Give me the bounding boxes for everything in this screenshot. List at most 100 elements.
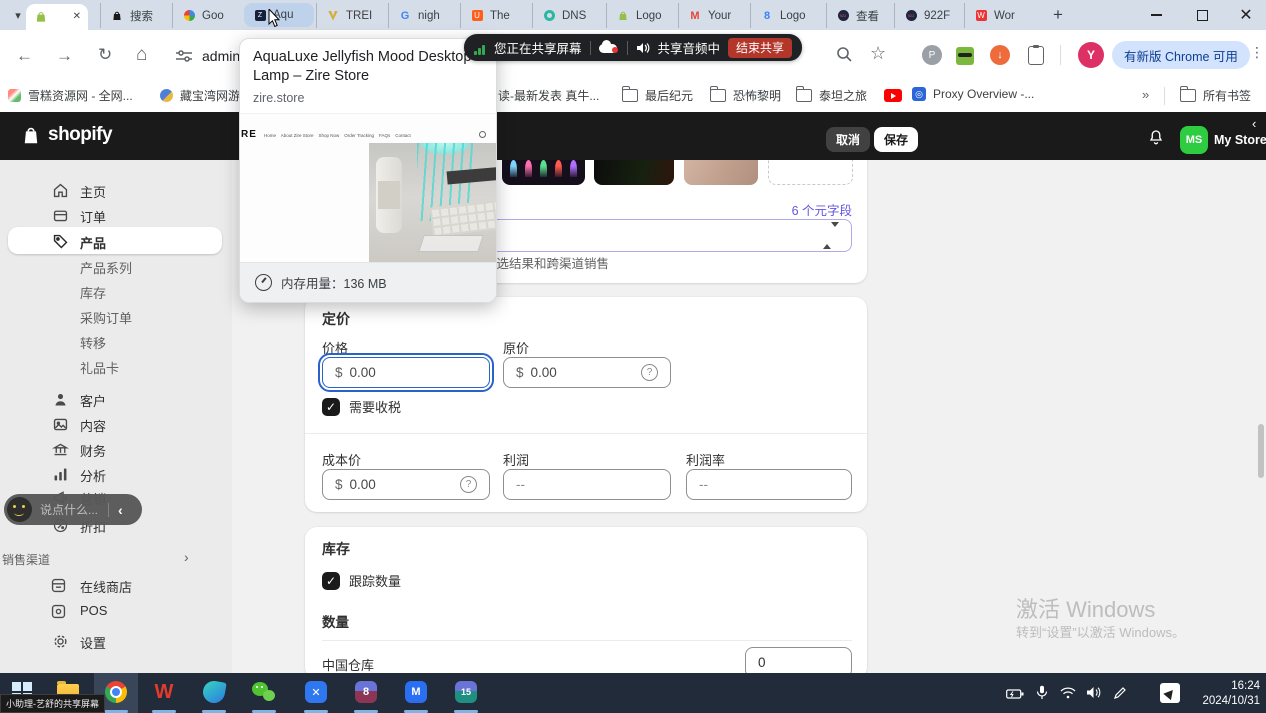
browser-menu-icon[interactable]: ⋮ — [1250, 44, 1264, 61]
sidebar-item-collections[interactable]: 产品系列 — [80, 258, 132, 277]
tab-trendsi[interactable]: TREI — [316, 3, 386, 28]
microphone-icon[interactable] — [1036, 685, 1048, 700]
tab-922[interactable]: 922 922F — [894, 3, 964, 28]
save-button[interactable]: 保存 — [874, 127, 918, 152]
track-quantity-row[interactable]: ✓ 跟踪数量 — [322, 571, 401, 590]
notifications-bell-icon[interactable] — [1147, 128, 1165, 146]
cancel-button[interactable]: 取消 — [826, 127, 870, 152]
bookmark-folder-lastepoch[interactable]: 最后纪元 — [622, 87, 693, 104]
new-tab-button[interactable]: + — [1046, 3, 1070, 27]
sidebar-item-analytics[interactable]: 分析 — [80, 466, 106, 485]
page-scrollbar-thumb[interactable] — [1258, 424, 1264, 478]
chrome-update-chip[interactable]: 有新版 Chrome 可用 — [1112, 41, 1250, 69]
bookmark-all-bookmarks[interactable]: 所有书签 — [1180, 87, 1251, 104]
profit-input[interactable]: -- — [503, 469, 671, 500]
meeting-app-button[interactable]: M — [404, 680, 428, 704]
sidebar-item-finance[interactable]: 财务 — [80, 441, 106, 460]
tab-google[interactable]: Goo — [172, 3, 242, 28]
bookmark-cangbaowan[interactable]: 藏宝湾网游... — [160, 87, 250, 104]
sidebar-item-products[interactable]: 产品 — [80, 233, 106, 252]
tab-close-icon[interactable]: ✕ — [73, 11, 81, 22]
shopify-logo[interactable]: shopify — [20, 124, 112, 146]
store-name[interactable]: My Store — [1214, 133, 1266, 147]
badge8-app-icon: 8 — [355, 681, 377, 703]
tab-the[interactable]: U The — [460, 3, 530, 28]
collapse-chevron-icon[interactable]: ‹ — [1252, 116, 1256, 131]
youtube-bookmark-icon[interactable] — [884, 89, 902, 102]
bookmark-star-icon[interactable]: ☆ — [870, 43, 886, 64]
profile-avatar[interactable]: Y — [1078, 42, 1104, 68]
badge8-app-button[interactable]: 8 — [354, 680, 378, 704]
wps-taskbar-button[interactable]: W — [152, 680, 176, 704]
tab-dns[interactable]: DNS — [532, 3, 602, 28]
bookmark-folder-grimdawn[interactable]: 恐怖黎明 — [710, 87, 781, 104]
extension-p-icon[interactable]: P — [922, 45, 942, 65]
sidebar-item-pos[interactable]: POS — [80, 603, 107, 618]
bookmark-novel[interactable]: 读-最新发表 真牛... — [498, 87, 599, 104]
tab-logo-green[interactable]: Logo — [606, 3, 676, 28]
assistant-input[interactable]: 说点什么... — [40, 501, 98, 518]
tab-word[interactable]: W Wor — [964, 3, 1034, 28]
price-input[interactable]: $0.00 — [322, 357, 490, 388]
charge-tax-checkbox[interactable]: ✓ — [322, 398, 340, 416]
window-minimize-button[interactable] — [1134, 0, 1178, 30]
help-icon[interactable]: ? — [641, 364, 658, 381]
track-quantity-checkbox[interactable]: ✓ — [322, 572, 340, 590]
reload-button[interactable]: ↻ — [98, 45, 112, 65]
tab-logo-blue[interactable]: 8 Logo — [750, 3, 820, 28]
window-close-button[interactable]: ✕ — [1226, 0, 1266, 30]
touch-indicator-icon[interactable] — [1160, 683, 1180, 703]
chrome-taskbar-button[interactable] — [104, 680, 128, 704]
pen-icon[interactable] — [1113, 686, 1127, 700]
tab-922-view[interactable]: 922 查看 — [826, 3, 896, 28]
battery-icon[interactable] — [1006, 689, 1024, 699]
sidebar-item-gift-cards[interactable]: 礼品卡 — [80, 358, 119, 377]
tab-gmail[interactable]: M Your — [678, 3, 748, 28]
back-button[interactable]: ← — [16, 46, 33, 66]
margin-input[interactable]: -- — [686, 469, 852, 500]
clock[interactable]: 16:24 2024/10/31 — [1190, 679, 1260, 709]
window-maximize-button[interactable] — [1180, 0, 1224, 30]
wifi-icon[interactable] — [1060, 687, 1076, 699]
sidebar-item-orders[interactable]: 订单 — [80, 207, 106, 226]
tab-aqualuxe[interactable]: Z Aqu — [244, 3, 314, 27]
assistant-widget[interactable]: 说点什么... ‹ — [4, 494, 142, 525]
x-app-button[interactable]: ✕ — [304, 680, 328, 704]
volume-icon[interactable] — [1086, 686, 1101, 699]
site-info-icon[interactable] — [176, 50, 192, 62]
sidebar-item-customers[interactable]: 客户 — [80, 391, 106, 410]
widget-collapse-icon[interactable]: ‹ — [118, 502, 123, 518]
sidebar-item-online-store[interactable]: 在线商店 — [80, 577, 132, 596]
sales-channels-header: 销售渠道 — [2, 551, 50, 568]
bookmark-proxy-overview[interactable]: ◎ Proxy Overview -... — [912, 87, 1034, 101]
sidebar-item-purchase-orders[interactable]: 采购订单 — [80, 308, 132, 327]
bookmark-folder-titanquest[interactable]: 泰坦之旅 — [796, 87, 867, 104]
sidebar-item-transfers[interactable]: 转移 — [80, 333, 106, 352]
bookmark-xuegao[interactable]: 雪糕资源网 - 全网... — [8, 87, 133, 104]
help-icon[interactable]: ? — [460, 476, 477, 493]
tab-sousuo[interactable]: 搜索 — [100, 3, 170, 28]
search-icon[interactable] — [836, 46, 853, 63]
sidebar-item-settings[interactable]: 设置 — [80, 633, 106, 652]
extensions-icon[interactable] — [1028, 46, 1044, 65]
sales-channels-chevron-icon[interactable]: › — [184, 549, 189, 565]
sidebar-item-content[interactable]: 内容 — [80, 416, 106, 435]
tab-night[interactable]: G nigh — [388, 3, 458, 28]
sidebar-item-home[interactable]: 主页 — [80, 182, 106, 201]
teal-app-button[interactable] — [202, 680, 226, 704]
compare-price-input[interactable]: $0.00 ? — [503, 357, 671, 388]
cost-input[interactable]: $0.00 ? — [322, 469, 490, 500]
forward-button[interactable]: → — [56, 46, 73, 66]
stop-sharing-button[interactable]: 结束共享 — [728, 38, 792, 58]
home-button[interactable]: ⌂ — [136, 44, 147, 66]
badge15-app-button[interactable]: 15 — [454, 680, 478, 704]
charge-tax-row[interactable]: ✓ 需要收税 — [322, 397, 401, 416]
sidebar-item-inventory[interactable]: 库存 — [80, 283, 106, 302]
extension-download-icon[interactable]: ↓ — [990, 45, 1010, 65]
bookmarks-overflow-icon[interactable]: » — [1142, 87, 1149, 102]
metafields-link[interactable]: 6 个元字段 — [770, 200, 852, 219]
store-avatar[interactable]: MS — [1180, 126, 1208, 154]
extension-glasses-icon[interactable] — [956, 47, 974, 65]
active-tab[interactable]: ✕ — [26, 4, 88, 30]
wechat-taskbar-button[interactable] — [252, 680, 276, 704]
